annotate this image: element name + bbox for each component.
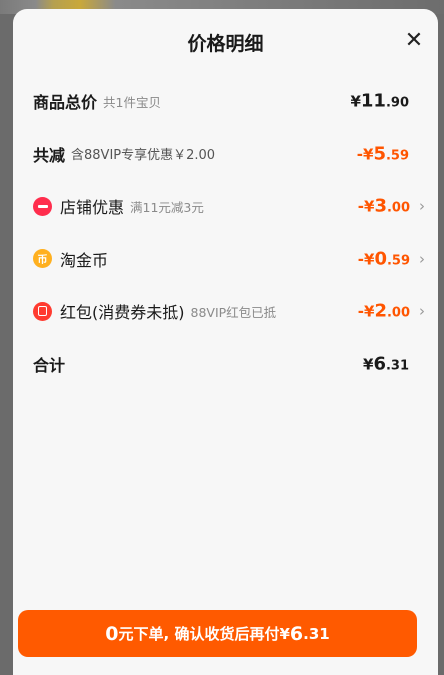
close-button[interactable]: ✕ — [399, 25, 429, 55]
chevron-right-icon: › — [419, 197, 425, 216]
pay-lead-number: 0 — [105, 622, 119, 645]
amount-dec: .00 — [386, 200, 410, 216]
chevron-right-icon: › — [419, 249, 425, 268]
amount-dec: .00 — [386, 305, 410, 321]
amount-int: 3 — [374, 195, 387, 217]
pay-amount-int: 6 — [289, 622, 304, 645]
price-rows: 商品总价 共1件宝贝 ¥11.90 共减 含88VIP专享优惠￥2.00 -¥ 5… — [13, 75, 438, 390]
row-amount: -¥ 0.59 — [358, 248, 410, 269]
amount-dec: .59 — [386, 253, 410, 269]
price-detail-sheet: 价格明细 ✕ 商品总价 共1件宝贝 ¥11.90 共减 含88VIP专享优惠￥2… — [13, 9, 438, 675]
row-total-discount: 共减 含88VIP专享优惠￥2.00 -¥ 5.59 — [13, 128, 438, 181]
amount-dec: .90 — [385, 95, 409, 111]
row-label: 店铺优惠 — [60, 198, 125, 218]
row-amount: -¥ 2.00 — [358, 301, 410, 322]
amount-dec: .31 — [385, 358, 409, 374]
amount-sign: -¥ — [357, 250, 375, 269]
place-order-button[interactable]: 0 元下单, 确认收货后再付 ¥ 6 .31 — [18, 610, 417, 657]
amount-int: 11 — [360, 90, 386, 112]
sheet-header: 价格明细 ✕ — [13, 9, 438, 75]
row-shop-discount[interactable]: 店铺优惠 满11元减3元 -¥ 3.00 › — [13, 180, 438, 233]
row-sub: 含88VIP专享优惠￥2.00 — [71, 148, 216, 164]
amount-sign: -¥ — [357, 197, 375, 216]
close-icon: ✕ — [404, 27, 424, 53]
amount-int: 5 — [373, 143, 386, 165]
row-amount: ¥6.31 — [363, 353, 409, 374]
row-amount: ¥11.90 — [350, 91, 409, 112]
taojinbi-coin-icon: 币 — [33, 249, 52, 269]
chevron-right-icon: › — [419, 302, 425, 321]
pay-amount-dec: .31 — [303, 624, 330, 643]
row-amount: -¥ 5.59 — [357, 143, 409, 164]
amount-int: 0 — [374, 248, 387, 270]
shop-coupon-icon — [33, 196, 52, 216]
amount-sign: -¥ — [357, 302, 375, 321]
row-red-packet[interactable]: 红包(消费券未抵) 88VIP红包已抵 -¥ 2.00 › — [13, 285, 438, 338]
row-taojinbi[interactable]: 币 淘金币 -¥ 0.59 › — [13, 233, 438, 286]
row-sub: 共1件宝贝 — [103, 94, 161, 110]
row-label: 合计 — [33, 355, 66, 375]
amount-int: 2 — [374, 300, 387, 322]
amount-int: 6 — [373, 353, 386, 375]
amount-sign: ¥ — [350, 92, 361, 111]
row-sub: 88VIP红包已抵 — [190, 304, 277, 320]
amount-sign: ¥ — [363, 355, 374, 374]
row-label: 红包(消费券未抵) — [60, 303, 185, 323]
amount-sign: -¥ — [356, 145, 374, 164]
red-packet-icon — [33, 301, 52, 321]
pay-amount-sign: ¥ — [279, 624, 290, 643]
row-item-total: 商品总价 共1件宝贝 ¥11.90 — [13, 75, 438, 128]
row-amount: -¥ 3.00 — [358, 196, 410, 217]
pay-lead-text: 元下单, 确认收货后再付 — [118, 625, 280, 643]
amount-dec: .59 — [385, 148, 409, 164]
sheet-title: 价格明细 — [187, 32, 264, 55]
row-grand-total: 合计 ¥6.31 — [13, 338, 438, 391]
row-label: 商品总价 — [33, 93, 98, 113]
row-label: 共减 — [33, 145, 66, 165]
row-label: 淘金币 — [60, 250, 109, 270]
row-sub: 满11元减3元 — [130, 199, 204, 215]
